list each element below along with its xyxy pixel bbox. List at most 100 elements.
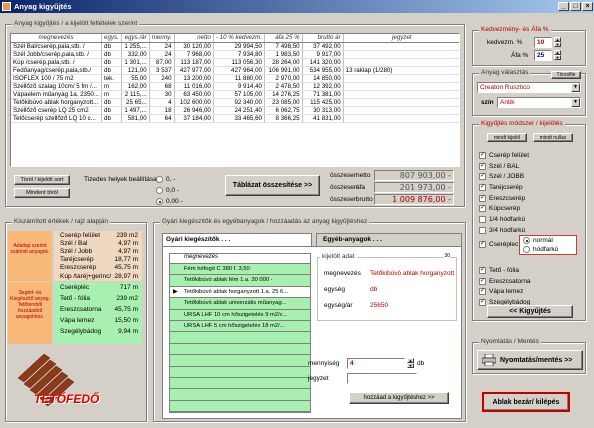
quantity-input[interactable]: 4 <box>347 358 405 369</box>
spin-down-icon[interactable]: ▼ <box>407 363 414 368</box>
decimals-option-0[interactable]: 0, - <box>156 174 183 185</box>
checkbox-checked-icon[interactable]: ✓ <box>479 183 486 191</box>
table-row[interactable]: Vápaelem műanyag 1a. 2350... m 2 115,... 30… <box>11 90 459 99</box>
column-header[interactable]: - 10 % kedvezm. <box>213 34 265 43</box>
checkbox-checked-icon[interactable]: ✓ <box>479 194 486 202</box>
close-exit-button[interactable]: Ablak bezár/ kilépés <box>482 392 570 412</box>
list-item[interactable]: ▶ Tetőkibúvó ablak horganyzott 1.a. 25 6.… <box>170 286 310 299</box>
method-item[interactable]: ✓ Vápa lemez <box>479 286 579 297</box>
tab-other-materials[interactable]: Egyéb-anyagok . . . <box>316 233 462 246</box>
method-item[interactable]: ✓ Tető - fólia <box>479 265 579 276</box>
quantity-spinner[interactable]: ▲ ▼ <box>407 358 414 369</box>
method-item[interactable]: ✓ Kúpcserép <box>479 203 579 214</box>
add-to-collection-button[interactable]: hozzáad a kigyűjtéshez >> <box>349 392 449 404</box>
clear-all-button[interactable]: Mindent töröl <box>14 188 70 198</box>
vat-input[interactable]: 25 <box>534 50 552 61</box>
checkbox-checked-icon[interactable]: ✓ <box>479 298 486 306</box>
method-item[interactable]: 3/4 hódfarkú <box>479 225 579 236</box>
table-summary-button[interactable]: Táblázat összesítése >> <box>225 175 320 196</box>
column-header[interactable]: jegyzet <box>343 34 459 43</box>
vat-spinner[interactable]: ▲ ▼ <box>554 50 561 61</box>
spin-down-icon[interactable]: ▼ <box>554 55 561 60</box>
checkbox-checked-icon[interactable]: ✓ <box>479 277 486 285</box>
dropdown-arrow-icon[interactable]: ▼ <box>571 83 580 92</box>
method-item[interactable]: ✓ Szél / BAL <box>479 161 579 172</box>
table-cell: db <box>101 66 122 75</box>
method-item[interactable]: ✓ Szél / JOBB <box>479 171 579 182</box>
column-header[interactable]: menny. <box>149 34 175 43</box>
cemlec-normal-option[interactable]: normál <box>520 236 576 245</box>
method-item[interactable]: ✓ Taréjcserép <box>479 182 579 193</box>
column-header[interactable]: egys./ár <box>121 34 150 43</box>
list-item[interactable]: Fém hófogó C 380 f. 3,50 <box>170 264 310 276</box>
close-window-button[interactable]: × <box>582 2 593 11</box>
list-item[interactable] <box>170 332 310 344</box>
list-item[interactable]: Tetőkibúvó ablak fém 1.a. 30 000 - <box>170 275 310 287</box>
list-item[interactable] <box>170 367 310 378</box>
cemlec-hodfarku-option[interactable]: hódfarkú <box>520 245 576 254</box>
checkbox-checked-icon[interactable]: ✓ <box>479 173 486 181</box>
checkbox-checked-icon[interactable]: ✓ <box>479 205 486 213</box>
maximize-button[interactable]: □ <box>570 2 581 11</box>
column-header[interactable]: brutto ár <box>302 34 344 43</box>
color-select[interactable]: Antik ▼ <box>497 97 581 108</box>
master-file-button[interactable]: Törzsfile <box>551 71 581 79</box>
checkbox-icon[interactable] <box>479 215 486 223</box>
note-input[interactable] <box>347 373 417 384</box>
decimals-option-1[interactable]: 0,0 - <box>156 185 183 196</box>
table-cell: db <box>101 50 122 59</box>
collect-button[interactable]: << Kigyűjtés <box>487 305 573 318</box>
table-cell <box>343 82 459 91</box>
method-item[interactable]: ✓ Ereszcserép <box>479 193 579 204</box>
table-row[interactable]: Szél Bal/cserép,pala,stb. / db 1 255,... 24… <box>11 42 459 51</box>
method-item[interactable]: ✓ Cserép felület <box>479 150 579 161</box>
select-all-button[interactable]: mindt kijelöl <box>487 133 527 142</box>
table-row[interactable]: Szellőző cserép LQ 25 cm2 db 1 497,... 18 26… <box>11 106 459 115</box>
checkbox-checked-icon[interactable]: ✓ <box>479 162 486 170</box>
method-item[interactable]: 1/4 hódfarkú <box>479 214 579 225</box>
checkbox-checked-icon[interactable]: ✓ <box>479 288 486 296</box>
checkbox-checked-icon[interactable]: ✓ <box>479 266 486 274</box>
checkbox-icon[interactable] <box>479 226 486 234</box>
column-header[interactable]: megnevezés <box>11 34 102 43</box>
table-row[interactable]: Tetőcserép szellőző LQ 10 c... db 581,00 64… <box>11 114 459 123</box>
discount-input[interactable]: 10 <box>534 37 552 48</box>
print-save-button[interactable]: Nyomtatás/mentés >> <box>477 350 583 370</box>
table-row[interactable]: Szél Jobb/cserép,pala,stb. / db 332,00 24 7 … <box>11 50 459 59</box>
method-label: Kúpcserép <box>489 205 521 213</box>
column-header[interactable]: áfa 25 % <box>264 34 303 43</box>
column-header[interactable]: egys. <box>101 34 122 43</box>
list-item[interactable] <box>170 344 310 356</box>
table-row[interactable]: Szellőző szalag 10cm/ 5 fm /... m 162,00 68… <box>11 82 459 91</box>
detail-name-label: megnevezés <box>324 270 361 277</box>
list-item[interactable] <box>170 401 310 413</box>
checkbox-checked-icon[interactable]: ✓ <box>479 240 486 248</box>
collection-table[interactable]: megnevezés egys. egys./ár menny. netto - 10 %… <box>11 34 459 123</box>
list-item[interactable]: URSA LHF 5 cm hőszigetelés 18 m2/... <box>170 321 310 333</box>
table-row[interactable]: ISOFLEX 100 / 75 m2 tek. 55,00 240 13 200,00… <box>11 74 459 83</box>
discount-spinner[interactable]: ▲ ▼ <box>554 37 561 48</box>
list-item[interactable] <box>170 389 310 401</box>
table-row[interactable]: Tetőkibúvó ablak horganyzott... db 25 65..… <box>11 98 459 107</box>
method-item[interactable]: ✓ Ereszcsatorna <box>479 276 579 287</box>
accessory-list[interactable]: megnevezés Fém hófogó C 380 f. 3,50 Tetők… <box>169 253 311 413</box>
list-item[interactable]: URSA LHF 10 cm hőszigetelés 9 m2/c... <box>170 310 310 321</box>
decimals-option-2[interactable]: 0,00 - <box>156 196 183 207</box>
table-row[interactable]: Kúp /cserép,pala,stb. / db 1 301,... 87,00 1… <box>11 58 459 67</box>
dropdown-arrow-icon[interactable]: ▼ <box>571 98 580 107</box>
method-label: 1/4 hódfarkú <box>489 215 526 223</box>
list-item[interactable] <box>170 355 310 367</box>
table-row[interactable]: Fedőanyag/cserép,pala,stb./db 121,00 3 537… <box>11 66 459 75</box>
spin-down-icon[interactable]: ▼ <box>554 42 561 47</box>
column-header[interactable]: netto <box>174 34 214 43</box>
collection-table-wrap[interactable]: megnevezés egys. egys./ár menny. netto - 10 %… <box>10 33 460 167</box>
minimize-button[interactable]: _ <box>558 2 569 11</box>
list-item[interactable] <box>170 378 310 390</box>
material-select[interactable]: Creaton Rusztico ▼ <box>477 82 581 93</box>
list-item[interactable]: Tetőkibúvó ablak univerzális műanyag... <box>170 298 310 310</box>
checkbox-checked-icon[interactable]: ✓ <box>479 151 486 159</box>
clear-all-methods-button[interactable]: mindt nullaz <box>533 133 573 142</box>
clear-selected-row-button[interactable]: Töröl / kijelölt sort <box>14 175 70 185</box>
tab-factory-accessories[interactable]: Gyári kiegészítők . . . <box>162 233 312 246</box>
cemlec-item[interactable]: ✓ Cseréplec <box>479 239 518 250</box>
